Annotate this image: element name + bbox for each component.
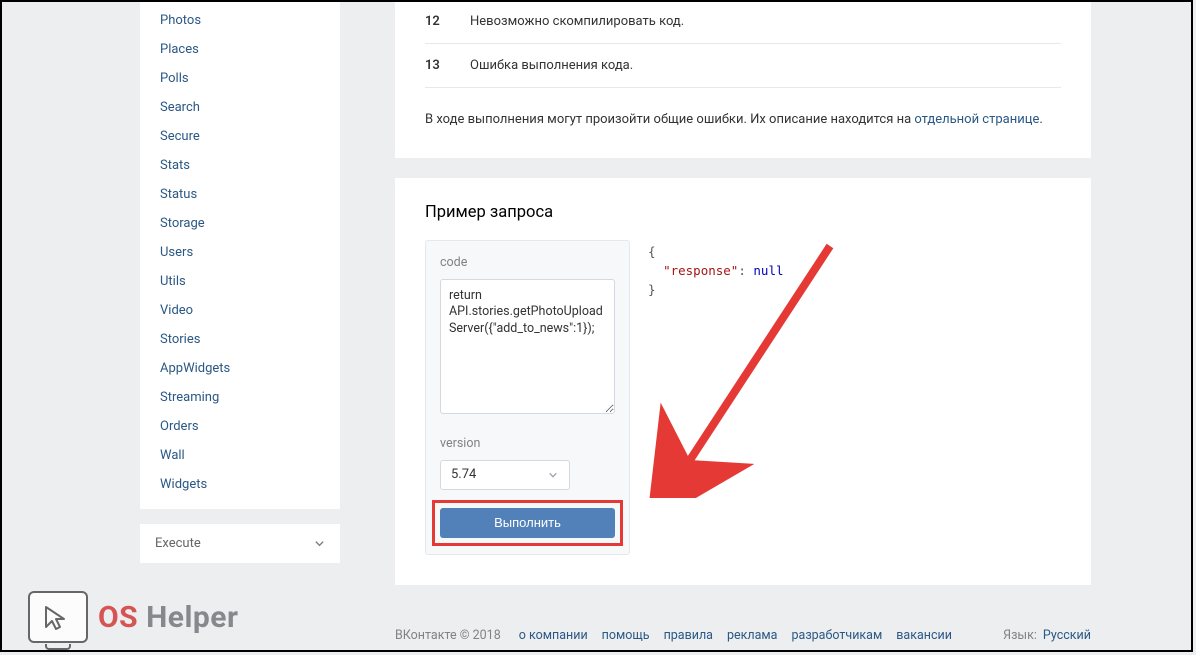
version-label: version xyxy=(440,436,615,451)
sidebar: Photos Places Polls Search Secure Stats … xyxy=(140,0,350,655)
sidebar-item-utils[interactable]: Utils xyxy=(140,267,340,296)
footer: ВКонтакте © 2018 о компании помощь прави… xyxy=(395,608,1091,655)
sidebar-item-orders[interactable]: Orders xyxy=(140,412,340,441)
footer-link-devs[interactable]: разработчикам xyxy=(792,628,883,643)
version-select[interactable]: 5.74 xyxy=(440,460,570,490)
sidebar-item-photos[interactable]: Photos xyxy=(140,6,340,35)
code-label: code xyxy=(440,255,615,270)
example-form: code version 5.74 Выполнить xyxy=(425,240,630,555)
error-code: 13 xyxy=(425,58,470,73)
footer-lang-label: Язык: xyxy=(1003,628,1037,643)
sidebar-item-places[interactable]: Places xyxy=(140,35,340,64)
response-value: null xyxy=(753,263,783,278)
sidebar-execute-dropdown[interactable]: Execute xyxy=(140,524,340,563)
footer-links: о компании помощь правила реклама разраб… xyxy=(519,628,952,643)
sidebar-item-secure[interactable]: Secure xyxy=(140,122,340,151)
error-code: 12 xyxy=(425,14,470,29)
monitor-icon xyxy=(28,591,88,643)
footer-lang-select[interactable]: Русский xyxy=(1043,628,1091,643)
footer-copyright: ВКонтакте © 2018 xyxy=(395,628,501,643)
response-key: "response" xyxy=(663,263,738,278)
sidebar-item-video[interactable]: Video xyxy=(140,296,340,325)
footer-language: Язык: Русский xyxy=(1003,628,1091,643)
code-input[interactable] xyxy=(440,279,615,414)
sidebar-item-search[interactable]: Search xyxy=(140,93,340,122)
sidebar-item-storage[interactable]: Storage xyxy=(140,209,340,238)
sidebar-item-streaming[interactable]: Streaming xyxy=(140,383,340,412)
sidebar-item-polls[interactable]: Polls xyxy=(140,64,340,93)
sidebar-item-users[interactable]: Users xyxy=(140,238,340,267)
response-view: { "response": null } xyxy=(648,240,1061,555)
chevron-down-icon xyxy=(547,469,559,481)
error-row: 12 Невозможно скомпилировать код. xyxy=(425,0,1061,44)
errors-note-link[interactable]: отдельной странице xyxy=(914,112,1039,127)
sidebar-item-appwidgets[interactable]: AppWidgets xyxy=(140,354,340,383)
main-content: 12 Невозможно скомпилировать код. 13 Оши… xyxy=(350,0,1091,655)
sidebar-item-status[interactable]: Status xyxy=(140,180,340,209)
error-message: Невозможно скомпилировать код. xyxy=(470,14,684,29)
error-row: 13 Ошибка выполнения кода. xyxy=(425,44,1061,88)
errors-note: В ходе выполнения могут произойти общие … xyxy=(425,110,1061,130)
footer-link-rules[interactable]: правила xyxy=(664,628,713,643)
footer-link-jobs[interactable]: вакансии xyxy=(896,628,952,643)
chevron-down-icon xyxy=(313,538,325,550)
sidebar-item-widgets[interactable]: Widgets xyxy=(140,470,340,499)
error-message: Ошибка выполнения кода. xyxy=(470,58,633,73)
sidebar-item-stats[interactable]: Stats xyxy=(140,151,340,180)
sidebar-item-wall[interactable]: Wall xyxy=(140,441,340,470)
footer-link-help[interactable]: помощь xyxy=(602,628,650,643)
version-value: 5.74 xyxy=(451,467,476,482)
footer-link-ads[interactable]: реклама xyxy=(727,628,778,643)
footer-link-about[interactable]: о компании xyxy=(519,628,588,643)
watermark: OS Helper xyxy=(28,591,239,643)
example-panel: Пример запроса code version 5.74 xyxy=(395,178,1091,585)
sidebar-execute-label: Execute xyxy=(155,536,201,551)
sidebar-item-stories[interactable]: Stories xyxy=(140,325,340,354)
sidebar-list: Photos Places Polls Search Secure Stats … xyxy=(140,0,340,509)
execute-button[interactable]: Выполнить xyxy=(440,508,615,538)
watermark-text: OS Helper xyxy=(98,600,239,635)
example-title: Пример запроса xyxy=(425,203,1061,222)
errors-panel: 12 Невозможно скомпилировать код. 13 Оши… xyxy=(395,0,1091,158)
